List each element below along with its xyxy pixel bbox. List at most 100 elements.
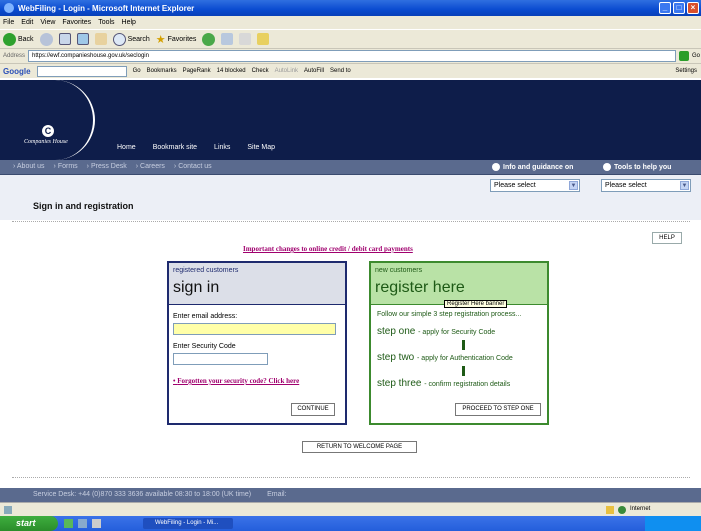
menu-view[interactable]: View bbox=[40, 19, 55, 26]
home-icon[interactable] bbox=[94, 33, 107, 45]
google-autolink[interactable]: AutoLink bbox=[275, 68, 298, 74]
logo-text[interactable]: Companies House bbox=[24, 139, 68, 145]
tools-help-select[interactable]: Please select ▼ bbox=[601, 179, 691, 192]
stop-icon[interactable] bbox=[58, 33, 71, 45]
info-guidance-select[interactable]: Please select ▼ bbox=[490, 179, 580, 192]
nav-links[interactable]: Links bbox=[214, 144, 230, 151]
step-three: step three - confirm registration detail… bbox=[377, 378, 541, 389]
favorites-button[interactable]: ★ Favorites bbox=[156, 33, 197, 46]
zone-label: Internet bbox=[630, 506, 651, 512]
address-input[interactable]: https://ewf.companieshouse.gov.uk/seclog… bbox=[28, 50, 677, 62]
forward-icon[interactable] bbox=[39, 32, 53, 46]
nav-bookmark[interactable]: Bookmark site bbox=[153, 144, 197, 151]
google-blocked[interactable]: 14 blocked bbox=[217, 68, 246, 74]
register-header[interactable]: new customers register here Register Her… bbox=[371, 263, 547, 308]
go-icon[interactable] bbox=[679, 51, 690, 61]
google-bookmarks[interactable]: Bookmarks bbox=[147, 68, 177, 74]
screen: WebFiling - Login - Microsoft Internet E… bbox=[0, 0, 701, 531]
google-search-input[interactable] bbox=[36, 65, 127, 77]
nav-home[interactable]: Home bbox=[117, 144, 136, 151]
browser-toolbar: Back Search ★ Favorites bbox=[0, 29, 701, 48]
close-button[interactable]: × bbox=[687, 2, 699, 14]
continue-button[interactable]: CONTINUE bbox=[291, 403, 335, 416]
subnav-careers[interactable]: › Careers bbox=[136, 163, 165, 170]
lock-icon bbox=[606, 506, 614, 514]
subnav-contact[interactable]: › Contact us bbox=[174, 163, 212, 170]
tools-help-label: Tools to help you bbox=[614, 163, 672, 171]
step-one: step one - apply for Security Code bbox=[377, 326, 541, 337]
search-button[interactable]: Search bbox=[112, 32, 150, 46]
security-code-field[interactable] bbox=[173, 353, 268, 365]
menu-help[interactable]: Help bbox=[122, 19, 136, 26]
tools-help-heading: Tools to help you bbox=[603, 163, 671, 171]
google-toolbar: Google Go Bookmarks PageRank 14 blocked … bbox=[0, 63, 701, 78]
subnav-forms[interactable]: › Forms bbox=[54, 163, 78, 170]
register-intro: Follow our simple 3 step registration pr… bbox=[377, 311, 522, 318]
down-arrow-icon bbox=[462, 366, 465, 376]
forgot-code-text: Forgotten your security code? Click here bbox=[177, 377, 300, 385]
taskbar: start WebFiling - Login - Mi... bbox=[0, 516, 701, 531]
registered-customers-label: registered customers bbox=[173, 267, 239, 274]
return-welcome-button[interactable]: RETURN TO WELCOME PAGE bbox=[302, 441, 417, 453]
start-button[interactable]: start bbox=[0, 516, 58, 531]
nav-sitemap[interactable]: Site Map bbox=[247, 144, 275, 151]
footer-bar: Service Desk: +44 (0)870 333 3636 availa… bbox=[0, 488, 701, 502]
quicklaunch-icon[interactable] bbox=[78, 519, 87, 528]
title-band bbox=[0, 175, 701, 220]
main-nav: Home Bookmark site Links Site Map bbox=[117, 144, 275, 151]
security-code-label: Enter Security Code bbox=[173, 343, 236, 350]
email-field[interactable] bbox=[173, 323, 336, 335]
mail-icon[interactable] bbox=[221, 33, 234, 45]
quicklaunch-icon[interactable] bbox=[92, 519, 101, 528]
signin-panel: registered customers sign in Enter email… bbox=[167, 261, 347, 425]
print-icon[interactable] bbox=[239, 33, 252, 45]
chevron-down-icon: ▼ bbox=[680, 181, 689, 190]
google-autofill[interactable]: AutoFill bbox=[304, 68, 324, 74]
menu-tools[interactable]: Tools bbox=[98, 19, 114, 26]
register-panel: new customers register here Register Her… bbox=[369, 261, 549, 425]
subnav-press-label: Press Desk bbox=[90, 163, 127, 170]
google-go-button[interactable]: Go bbox=[133, 68, 141, 74]
window-title-bar: WebFiling - Login - Microsoft Internet E… bbox=[0, 0, 701, 16]
service-desk-text: Service Desk: +44 (0)870 333 3636 availa… bbox=[33, 491, 252, 498]
subnav-press[interactable]: › Press Desk bbox=[87, 163, 127, 170]
start-label: start bbox=[16, 518, 36, 528]
google-sendto[interactable]: Send to bbox=[330, 68, 351, 74]
subnav-forms-label: Forms bbox=[57, 163, 78, 170]
register-steps: Follow our simple 3 step registration pr… bbox=[371, 305, 547, 389]
register-tooltip: Register Here banner bbox=[444, 300, 508, 308]
favorites-label: Favorites bbox=[167, 35, 197, 43]
step-three-title: step three bbox=[377, 378, 422, 389]
status-bar: Internet bbox=[0, 502, 701, 516]
crown-logo-icon[interactable]: C bbox=[42, 125, 54, 137]
taskbar-item-ie[interactable]: WebFiling - Login - Mi... bbox=[143, 518, 233, 529]
google-settings[interactable]: Settings bbox=[675, 68, 697, 74]
step-two-desc: - apply for Authentication Code bbox=[417, 355, 513, 362]
header-swoosh bbox=[0, 80, 95, 160]
page-title: Sign in and registration bbox=[33, 201, 134, 211]
signin-heading: sign in bbox=[173, 279, 220, 296]
subnav-about-label: About us bbox=[16, 163, 45, 170]
minimize-button[interactable]: _ bbox=[659, 2, 671, 14]
subnav-about[interactable]: › About us bbox=[13, 163, 45, 170]
google-check[interactable]: Check bbox=[252, 68, 269, 74]
folder-icon[interactable] bbox=[257, 33, 270, 45]
info-guidance-label: Info and guidance on bbox=[503, 163, 574, 171]
quicklaunch-icon[interactable] bbox=[64, 519, 73, 528]
back-button[interactable]: Back bbox=[3, 32, 34, 46]
forgot-code-link[interactable]: • Forgotten your security code? Click he… bbox=[173, 377, 341, 385]
menu-edit[interactable]: Edit bbox=[21, 19, 33, 26]
window-title: WebFiling - Login - Microsoft Internet E… bbox=[18, 3, 195, 13]
proceed-step-one-button[interactable]: PROCEED TO STEP ONE bbox=[455, 403, 541, 416]
history-icon[interactable] bbox=[202, 32, 216, 46]
menu-file[interactable]: File bbox=[3, 19, 14, 26]
signin-form: Enter email address: Enter Security Code… bbox=[169, 305, 345, 385]
payment-notice-link[interactable]: Important changes to online credit / deb… bbox=[243, 245, 413, 253]
subnav-contact-label: Contact us bbox=[178, 163, 212, 170]
refresh-icon[interactable] bbox=[76, 33, 89, 45]
maximize-button[interactable]: □ bbox=[673, 2, 685, 14]
info-select-value: Please select bbox=[494, 182, 536, 189]
help-button[interactable]: HELP bbox=[652, 232, 682, 244]
menu-favorites[interactable]: Favorites bbox=[62, 19, 91, 26]
go-label[interactable]: Go bbox=[692, 53, 700, 59]
